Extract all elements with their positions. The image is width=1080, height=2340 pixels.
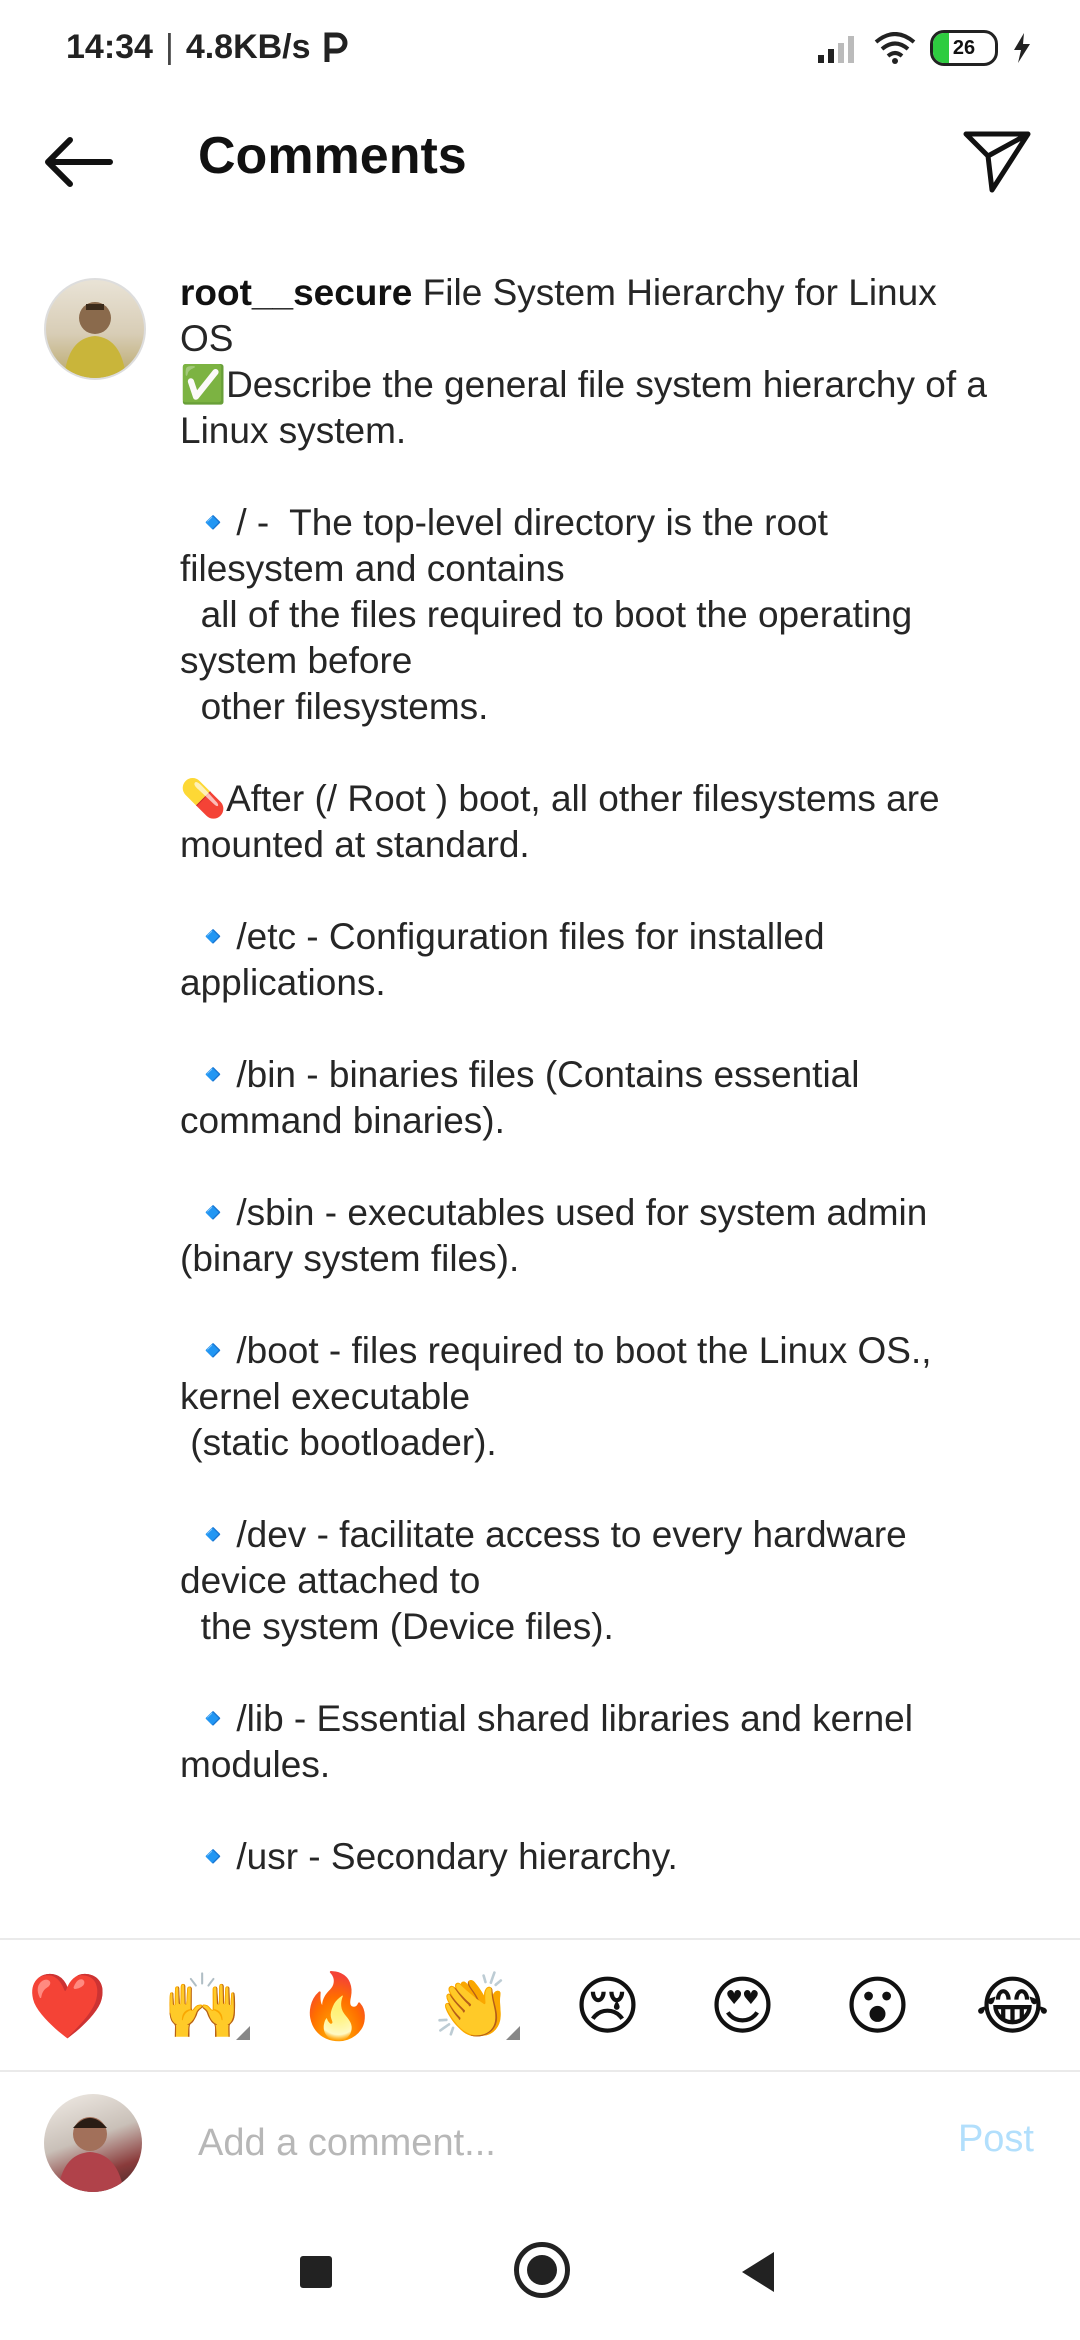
page-title: Comments: [198, 127, 467, 185]
emoji-crying[interactable]: 😢: [553, 1969, 663, 2044]
emoji-clapping-glyph: 👏: [432, 1969, 513, 2042]
emoji-heart-eyes[interactable]: 😍: [688, 1969, 798, 2044]
arrow-left-icon: [45, 137, 113, 187]
paper-plane-icon: [963, 131, 1031, 193]
avatar-image: [64, 302, 126, 378]
emoji-fire-glyph: 🔥: [297, 1969, 378, 2042]
skin-tone-indicator-icon: [235, 2025, 250, 2040]
emoji-raising-hands-glyph: 🙌: [162, 1969, 243, 2042]
status-right: 26: [816, 30, 1032, 66]
share-button[interactable]: [962, 128, 1032, 194]
comment-text: File System Hierarchy for Linux OS ✅Desc…: [180, 272, 987, 1877]
recents-button[interactable]: [300, 2256, 332, 2288]
emoji-laughing[interactable]: 😂: [958, 1969, 1068, 2044]
emoji-heart[interactable]: ❤️: [13, 1969, 123, 2044]
back-button[interactable]: [40, 132, 116, 192]
comment-composer: Post: [0, 2070, 1080, 2212]
battery-fill: [933, 33, 950, 63]
comment-input[interactable]: [196, 2102, 900, 2184]
battery-level: 26: [952, 36, 976, 59]
system-nav-bar: [0, 2212, 1080, 2340]
status-time: 14:34: [66, 28, 153, 66]
status-bar: 14:34 | 4.8KB/s 26: [0, 0, 1080, 100]
author-avatar[interactable]: [44, 278, 146, 380]
battery-icon: 26: [930, 30, 998, 66]
emoji-laughing-glyph: 😂: [975, 1969, 1050, 2042]
parking-icon: [324, 32, 347, 62]
system-back-button[interactable]: [742, 2252, 774, 2292]
emoji-surprised[interactable]: 😮: [823, 1969, 933, 2044]
emoji-heart-glyph: ❤️: [27, 1969, 108, 2042]
comment-body: root__secure File System Hierarchy for L…: [180, 270, 1000, 1880]
post-button[interactable]: Post: [958, 2118, 1034, 2161]
emoji-heart-eyes-glyph: 😍: [709, 1969, 776, 2042]
header: Comments: [0, 110, 1080, 210]
status-left: 14:34 | 4.8KB/s: [66, 28, 349, 67]
status-network-speed: 4.8KB/s: [185, 28, 311, 66]
emoji-clapping[interactable]: 👏: [418, 1969, 528, 2044]
skin-tone-indicator-icon: [505, 2025, 520, 2040]
charging-bolt-icon: [1014, 33, 1030, 63]
current-user-avatar[interactable]: [44, 2094, 142, 2192]
signal-icon: [818, 36, 854, 63]
emoji-surprised-glyph: 😮: [844, 1969, 911, 2042]
emoji-raising-hands[interactable]: 🙌: [148, 1969, 258, 2044]
avatar-image: [58, 2117, 124, 2192]
home-button[interactable]: [514, 2242, 570, 2298]
emoji-fire[interactable]: 🔥: [283, 1969, 393, 2044]
emoji-reaction-bar: ❤️ 🙌 🔥 👏 😢 😍 😮 😂: [0, 1938, 1080, 2072]
emoji-crying-glyph: 😢: [574, 1969, 641, 2042]
status-divider: |: [164, 28, 174, 66]
wifi-icon: [874, 32, 916, 64]
comment-username[interactable]: root__secure: [180, 272, 412, 313]
